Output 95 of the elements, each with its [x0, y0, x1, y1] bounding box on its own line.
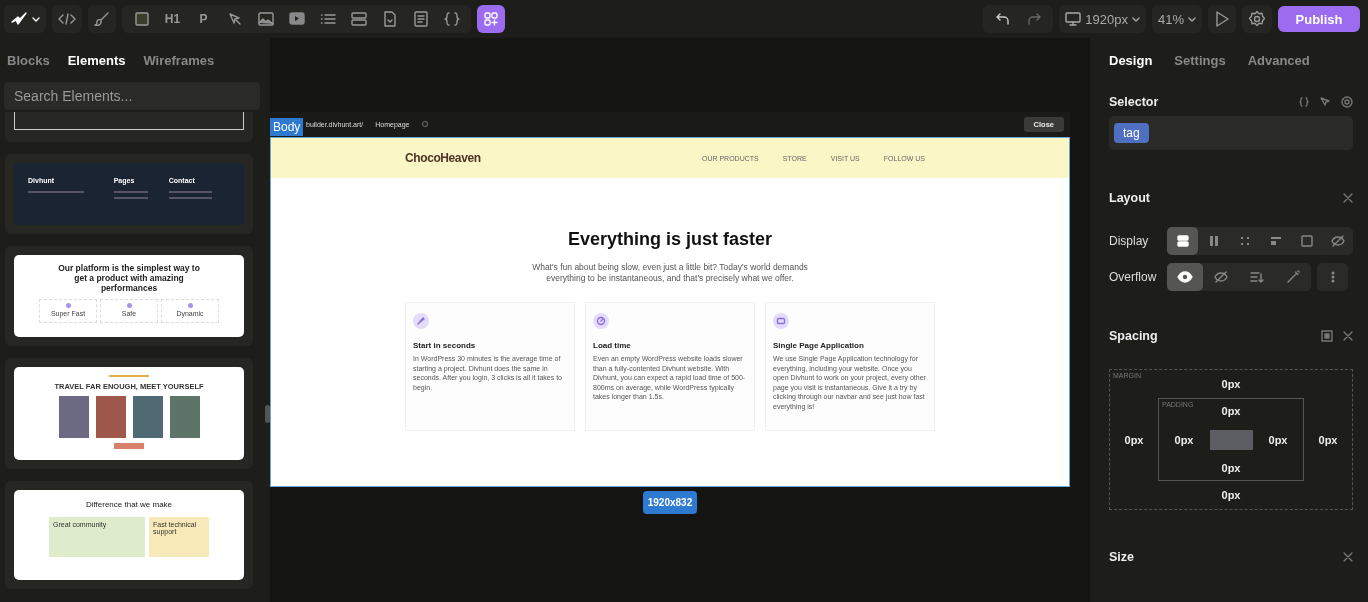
photo-placeholder — [95, 396, 126, 438]
photo-placeholder — [132, 396, 163, 438]
play-icon — [1215, 11, 1229, 27]
undo-icon — [994, 12, 1011, 26]
dot-icon — [65, 303, 71, 309]
feature-title: Load time — [593, 341, 632, 350]
monitor-icon — [1065, 12, 1082, 26]
document-icon — [413, 11, 428, 27]
zoom-dropdown[interactable]: 41% — [1151, 5, 1202, 33]
square-dot-icon — [1321, 330, 1333, 342]
settings-button[interactable] — [1242, 5, 1272, 33]
padding-value[interactable]: 0px — [1174, 433, 1194, 446]
add-grid-icon — [483, 11, 499, 27]
padding-value[interactable]: 0px — [1221, 462, 1241, 474]
site-logo-text[interactable]: ChocoHeaven — [405, 151, 481, 165]
browser-icon — [773, 313, 789, 329]
chevron-down-icon — [1188, 16, 1196, 22]
template-card[interactable] — [5, 112, 253, 142]
margin-value[interactable]: 0px — [1221, 378, 1241, 390]
chevron-down-icon — [1131, 16, 1140, 22]
panel-tab[interactable]: Advanced — [1247, 52, 1310, 68]
panel-tab[interactable]: Elements — [67, 52, 126, 68]
magic-wand-icon — [1286, 270, 1300, 284]
viewport-width-dropdown[interactable]: 1920px — [1059, 5, 1146, 33]
thumbnail-heading: Difference that we make — [85, 500, 173, 509]
eye-icon — [1177, 271, 1193, 283]
stacked-bars-icon — [1175, 234, 1190, 248]
logo-icon — [10, 11, 28, 27]
logo-menu-button[interactable] — [4, 5, 46, 33]
text-tool-button[interactable]: P — [188, 5, 219, 33]
field-label: Overflow — [1109, 270, 1158, 284]
scroll-list-icon — [1250, 270, 1264, 284]
thumbnail-heading: Our platform is the simplest way to get a product with amazing performances — [57, 264, 201, 294]
code-tool-button[interactable] — [52, 5, 82, 33]
display-option[interactable] — [1167, 227, 1198, 255]
scrollbar-thumb[interactable] — [265, 405, 270, 423]
content-box — [1209, 429, 1253, 450]
chevron-down-icon — [32, 16, 40, 22]
add-element-button[interactable] — [477, 5, 505, 33]
thumbnail-button — [114, 443, 144, 449]
panel-tab[interactable]: Settings — [1174, 52, 1226, 68]
feature-title: Single Page Application — [773, 341, 865, 350]
feature-title: Start in seconds — [413, 341, 477, 350]
photo-placeholder — [58, 396, 89, 438]
list-icon — [319, 12, 336, 26]
inline-icon — [1268, 234, 1283, 248]
overflow-option[interactable] — [1167, 263, 1203, 291]
margin-value[interactable]: 0px — [1221, 489, 1241, 501]
dot-icon — [126, 303, 132, 309]
hero-subtitle: What's fun about being slow, even just a little bit? Today's world demands everything to be instantaneous, and that's precisely what we offer. — [531, 262, 809, 284]
element-label: Body — [270, 118, 304, 136]
gauge-icon — [593, 313, 609, 329]
close-icon — [1343, 331, 1353, 341]
square-icon — [1299, 234, 1314, 248]
publish-button[interactable]: Publish — [1278, 6, 1360, 32]
section-title: Spacing — [1109, 329, 1158, 343]
close-icon — [1343, 193, 1353, 203]
search-field[interactable]: Search Elements... — [4, 82, 260, 110]
video-icon — [288, 12, 305, 26]
panel-tab[interactable]: Design — [1109, 52, 1153, 68]
eye-off-icon — [1214, 270, 1228, 284]
brush-tool-button[interactable] — [88, 5, 116, 33]
close-icon — [1343, 552, 1353, 562]
dot-icon — [187, 303, 193, 309]
hero-heading: Everything is just faster — [567, 229, 773, 250]
canvas-size-badge: 1920x832 — [642, 491, 698, 514]
text-tool-button[interactable]: H1 — [157, 5, 188, 33]
panel-tab[interactable]: Blocks — [7, 52, 50, 68]
margin-value[interactable]: 0px — [1124, 433, 1144, 446]
padding-value[interactable]: 0px — [1268, 433, 1288, 446]
padding-value[interactable]: 0px — [1221, 405, 1241, 417]
preview-button[interactable] — [1208, 5, 1236, 33]
cursor-icon — [1319, 96, 1331, 108]
panel-tab[interactable]: Wireframes — [143, 52, 215, 68]
image-icon — [257, 12, 274, 26]
eye-off-icon — [1330, 234, 1345, 248]
code-icon — [58, 12, 76, 26]
target-icon — [1341, 96, 1353, 108]
selector-tag[interactable]: tag — [1114, 123, 1149, 143]
field-label: Display — [1109, 234, 1150, 248]
section-title: Selector — [1109, 95, 1159, 109]
photo-placeholder — [169, 396, 200, 438]
section-title: Size — [1109, 550, 1134, 564]
braces-icon — [1299, 97, 1309, 107]
margin-value[interactable]: 0px — [1318, 433, 1338, 446]
rows-icon — [350, 12, 367, 26]
braces-icon — [443, 12, 460, 26]
more-icon — [1330, 271, 1335, 283]
file-icon — [382, 11, 397, 27]
brush-icon — [94, 11, 110, 27]
selector-field[interactable]: tag — [1109, 116, 1353, 150]
redo-icon — [1025, 12, 1042, 26]
cursor-icon — [226, 11, 243, 27]
section-title: Layout — [1109, 191, 1150, 205]
square-icon — [134, 12, 149, 26]
